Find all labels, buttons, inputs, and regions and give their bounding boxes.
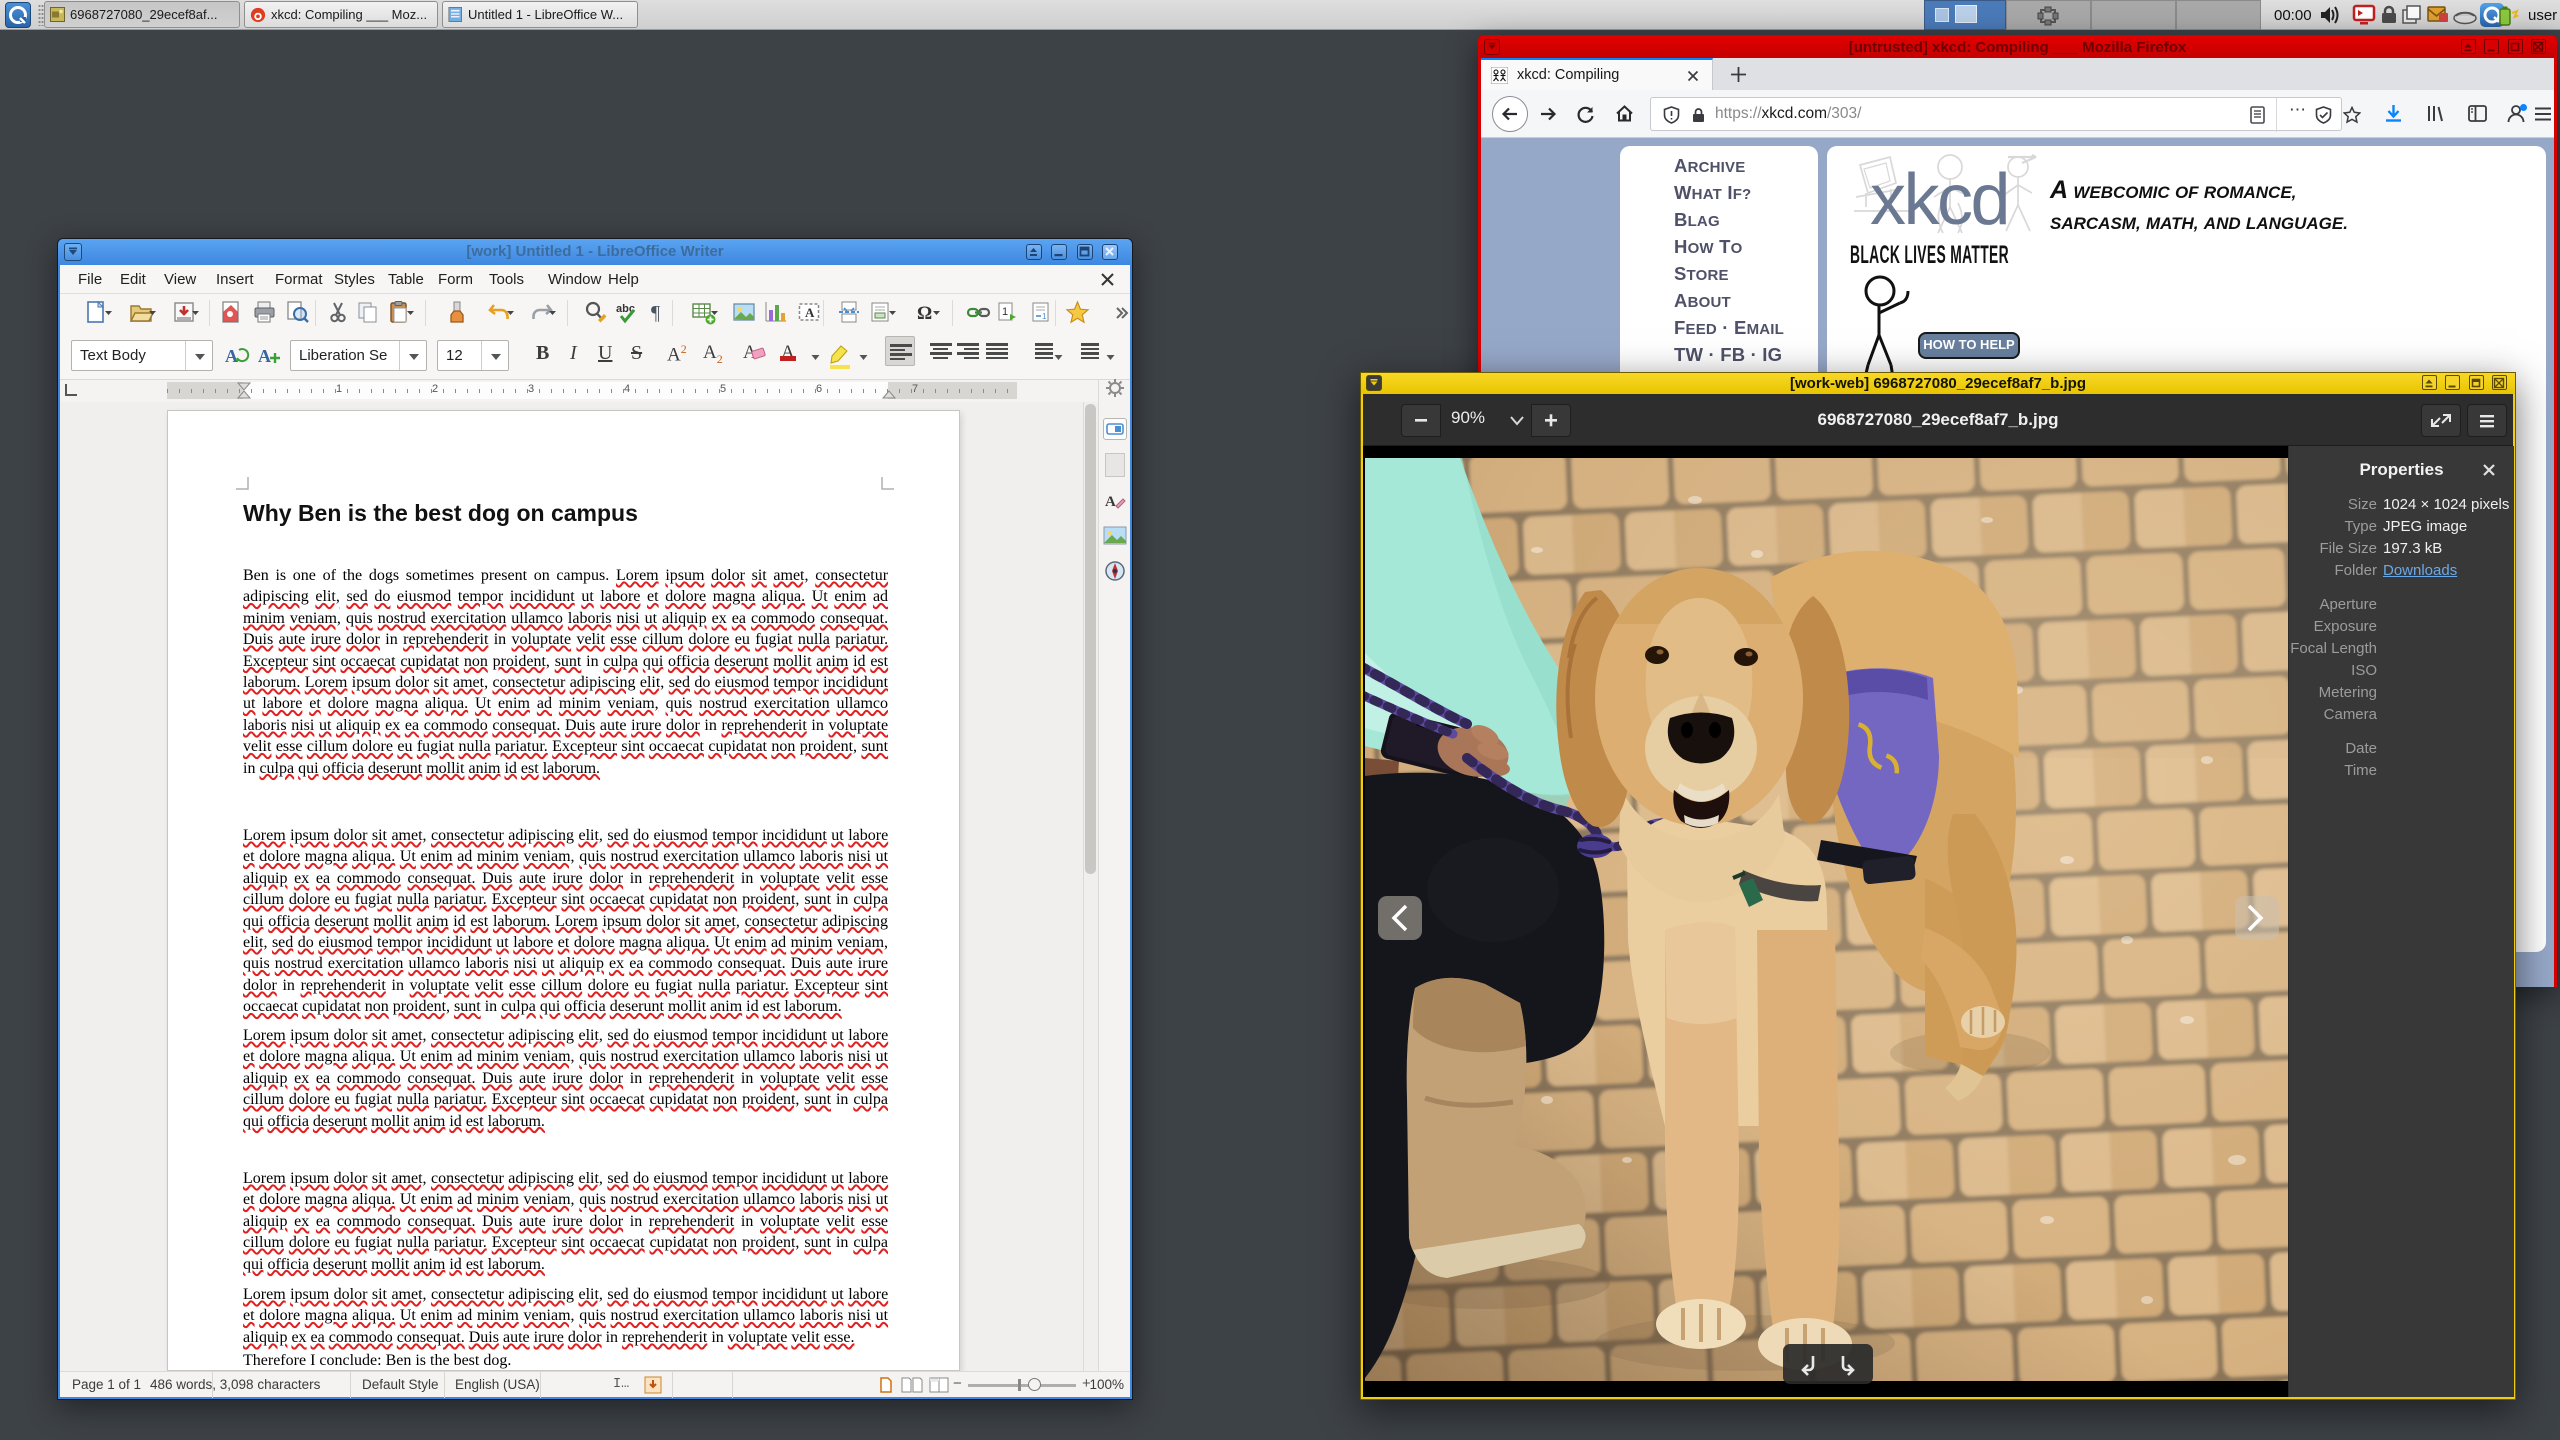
svg-text:1: 1 bbox=[1002, 306, 1008, 318]
svg-text:A: A bbox=[258, 346, 271, 366]
svg-text:A: A bbox=[225, 346, 238, 366]
svg-text:A: A bbox=[805, 305, 815, 320]
svg-text:1: 1 bbox=[1042, 312, 1047, 321]
svg-text:¶: ¶ bbox=[651, 302, 660, 324]
svg-text:A: A bbox=[1105, 494, 1116, 510]
svg-text:Ω: Ω bbox=[917, 303, 932, 324]
